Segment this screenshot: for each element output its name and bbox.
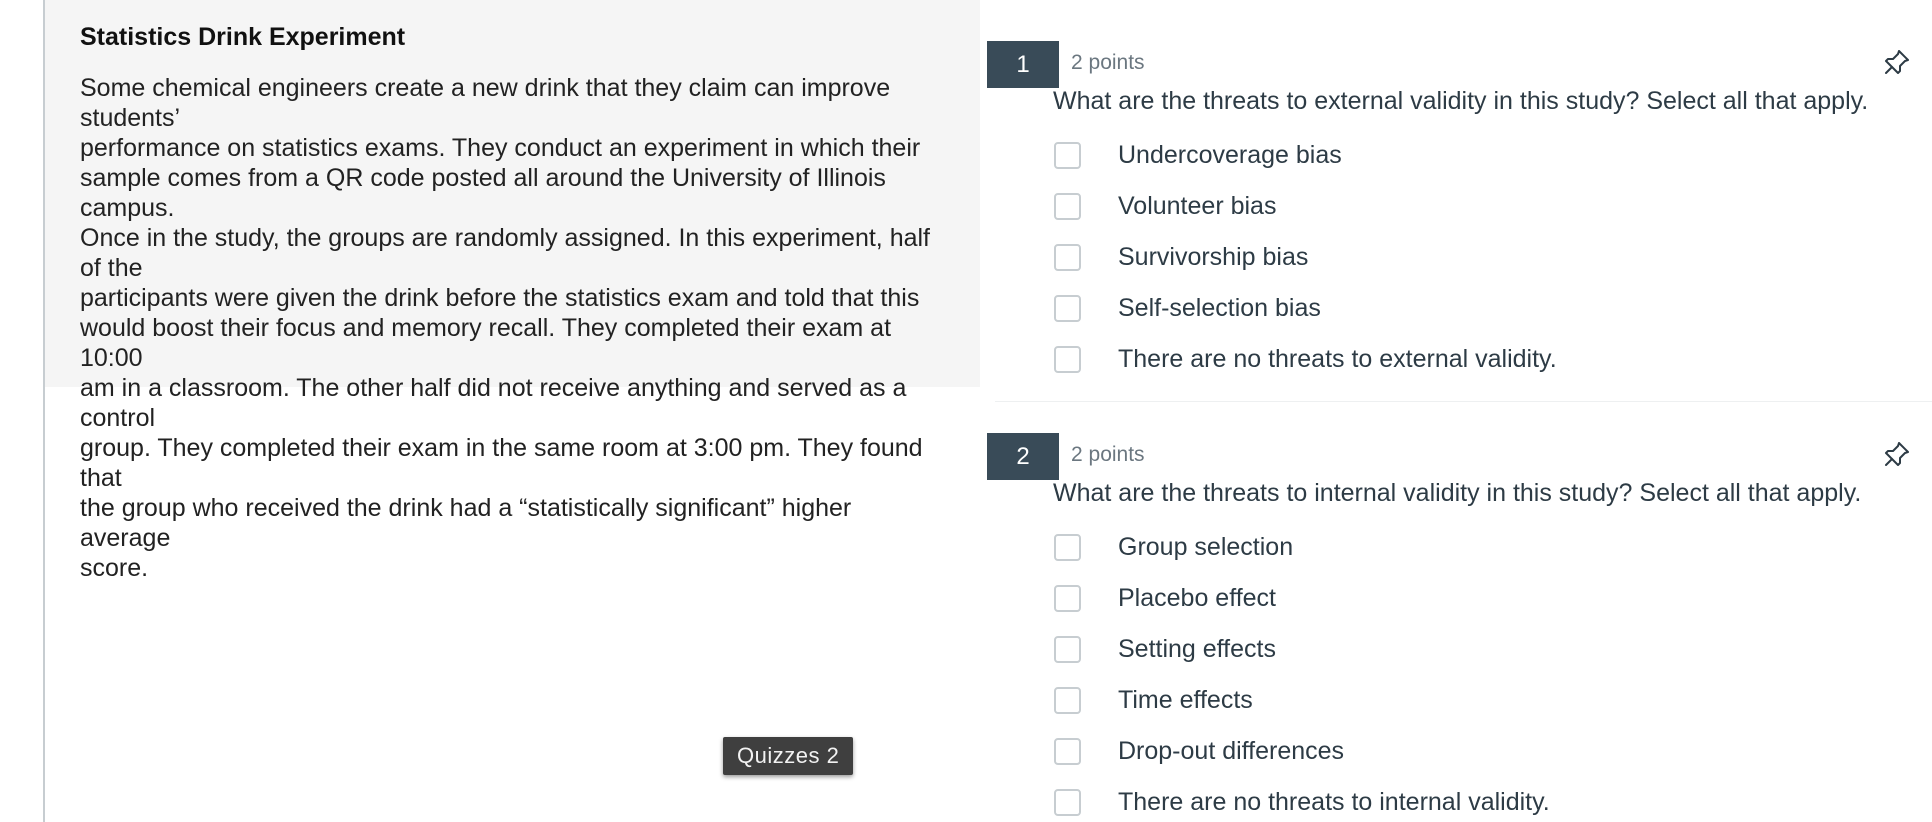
option-label: Undercoverage bias — [1118, 141, 1342, 169]
option-label: Drop-out differences — [1118, 737, 1345, 765]
question-text: What are the threats to external validit… — [1053, 87, 1869, 115]
answer-option[interactable]: Survivorship bias — [1054, 232, 1557, 283]
checkbox[interactable] — [1054, 346, 1081, 373]
checkbox[interactable] — [1054, 636, 1081, 663]
stimulus-line: performance on statistics exams. They co… — [80, 134, 921, 162]
answer-options: Group selection Placebo effect Setting e… — [1054, 522, 1550, 822]
answer-options: Undercoverage bias Volunteer bias Surviv… — [1054, 130, 1557, 385]
answer-option[interactable]: Volunteer bias — [1054, 181, 1557, 232]
answer-option[interactable]: Drop-out differences — [1054, 726, 1550, 777]
stimulus-panel: Statistics Drink Experiment Some chemica… — [45, 0, 980, 582]
stimulus-line: the group who received the drink had a “… — [80, 494, 852, 552]
left-nav-edge — [0, 0, 45, 822]
option-label: There are no threats to external validit… — [1118, 345, 1557, 373]
checkbox[interactable] — [1054, 687, 1081, 714]
stimulus-line: Once in the study, the groups are random… — [80, 224, 930, 282]
question-points: 2 points — [1071, 443, 1145, 466]
answer-option[interactable]: There are no threats to external validit… — [1054, 334, 1557, 385]
checkbox[interactable] — [1054, 789, 1081, 816]
stimulus-line: would boost their focus and memory recal… — [80, 314, 892, 372]
answer-option[interactable]: Placebo effect — [1054, 573, 1550, 624]
stimulus-line: am in a classroom. The other half did no… — [80, 374, 907, 432]
stimulus-title: Statistics Drink Experiment — [80, 23, 406, 51]
checkbox[interactable] — [1054, 585, 1081, 612]
checkbox[interactable] — [1054, 244, 1081, 271]
question-number: 2 — [987, 433, 1059, 480]
option-label: Group selection — [1118, 533, 1294, 561]
answer-option[interactable]: Time effects — [1054, 675, 1550, 726]
stimulus-line: group. They completed their exam in the … — [80, 434, 923, 492]
option-label: Placebo effect — [1118, 584, 1276, 612]
stimulus-body: Some chemical engineers create a new dri… — [80, 73, 944, 583]
checkbox[interactable] — [1054, 142, 1081, 169]
answer-option[interactable]: Self-selection bias — [1054, 283, 1557, 334]
answer-option[interactable]: Group selection — [1054, 522, 1550, 573]
pin-icon[interactable] — [1882, 47, 1912, 77]
checkbox[interactable] — [1054, 738, 1081, 765]
answer-option[interactable]: Undercoverage bias — [1054, 130, 1557, 181]
checkbox[interactable] — [1054, 534, 1081, 561]
quiz-page: Statistics Drink Experiment Some chemica… — [0, 0, 1932, 822]
option-label: Survivorship bias — [1118, 243, 1309, 271]
stimulus-line: participants were given the drink before… — [80, 284, 920, 312]
pin-icon[interactable] — [1882, 439, 1912, 469]
option-label: Self-selection bias — [1118, 294, 1321, 322]
stimulus-line: sample comes from a QR code posted all a… — [80, 164, 886, 222]
checkbox[interactable] — [1054, 295, 1081, 322]
stimulus-line: score. — [80, 554, 149, 582]
stimulus-line: Some chemical engineers create a new dri… — [80, 74, 891, 132]
answer-option[interactable]: There are no threats to internal validit… — [1054, 777, 1550, 822]
question-divider — [995, 401, 1932, 402]
option-label: Setting effects — [1118, 635, 1276, 663]
tooltip: Quizzes 2 — [723, 737, 854, 775]
question-number: 1 — [987, 41, 1059, 88]
question-points: 2 points — [1071, 51, 1145, 74]
option-label: Time effects — [1118, 686, 1253, 714]
answer-option[interactable]: Setting effects — [1054, 624, 1550, 675]
question-text: What are the threats to internal validit… — [1053, 479, 1862, 507]
option-label: Volunteer bias — [1118, 192, 1277, 220]
checkbox[interactable] — [1054, 193, 1081, 220]
option-label: There are no threats to internal validit… — [1118, 788, 1550, 816]
